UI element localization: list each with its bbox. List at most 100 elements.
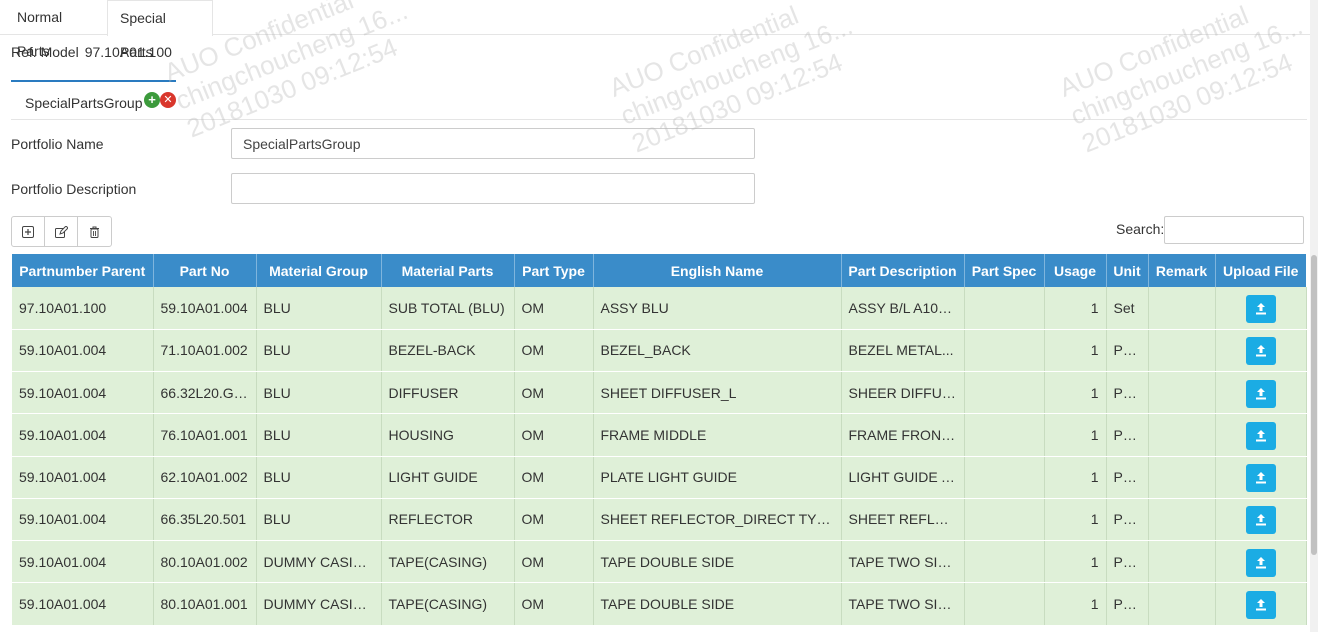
column-header[interactable]: Material Parts bbox=[381, 254, 515, 287]
cell-part-no: 66.35L20.501 bbox=[153, 498, 257, 542]
cell-desc: TAPE TWO SID... bbox=[841, 582, 965, 626]
cell-parent: 59.10A01.004 bbox=[12, 413, 154, 457]
cell-upload-file bbox=[1215, 413, 1307, 457]
portfolio-description-input[interactable] bbox=[231, 173, 755, 204]
column-header[interactable]: Part Type bbox=[514, 254, 594, 287]
upload-file-button[interactable] bbox=[1245, 464, 1276, 493]
cell-parts: TAPE(CASING) bbox=[381, 582, 515, 626]
cell-usage: 1 bbox=[1044, 371, 1107, 415]
search-label: Search: bbox=[1116, 221, 1165, 237]
edit-icon bbox=[54, 225, 68, 238]
cell-type: OM bbox=[514, 413, 594, 457]
edit-row-button[interactable] bbox=[45, 217, 78, 246]
table-row[interactable]: 59.10A01.004 80.10A01.001 DUMMY CASING TAPE… bbox=[12, 582, 1307, 626]
cell-desc: SHEER DIFFUS... bbox=[841, 371, 965, 415]
cell-spec bbox=[964, 582, 1045, 626]
add-group-icon[interactable]: + bbox=[144, 92, 160, 108]
scrollbar-thumb[interactable] bbox=[1311, 255, 1317, 555]
table-row[interactable]: 59.10A01.004 80.10A01.002 DUMMY CASING TAPE… bbox=[12, 540, 1307, 584]
cell-spec bbox=[964, 498, 1045, 542]
cell-type: OM bbox=[514, 540, 594, 584]
column-header[interactable]: Upload File bbox=[1215, 254, 1306, 287]
cell-parts: DIFFUSER bbox=[381, 371, 515, 415]
table-row[interactable]: 59.10A01.004 76.10A01.001 BLU HOUSING OM FRAM… bbox=[12, 413, 1307, 457]
cell-desc: FRAME FRONT... bbox=[841, 413, 965, 457]
cell-remark bbox=[1148, 498, 1216, 542]
cell-unit: PCS bbox=[1106, 456, 1149, 499]
cell-group: BLU bbox=[256, 456, 382, 499]
cell-spec bbox=[964, 287, 1045, 330]
cell-unit: PCS bbox=[1106, 582, 1149, 626]
cell-english: SHEET REFLECTOR_DIRECT TYPE bbox=[593, 498, 842, 542]
cell-english: BEZEL_BACK bbox=[593, 329, 842, 373]
group-tab-label: SpecialPartsGroup bbox=[25, 95, 143, 111]
column-header[interactable]: Material Group bbox=[256, 254, 382, 287]
cell-part-no: 76.10A01.001 bbox=[153, 413, 257, 457]
cell-unit: Set bbox=[1106, 287, 1149, 330]
special-parts-table: Partnumber Parent Part No Material Group Ma… bbox=[12, 254, 1307, 626]
column-header[interactable]: Usage bbox=[1044, 254, 1107, 287]
table-toolbar bbox=[11, 216, 112, 247]
column-header[interactable]: Partnumber Parent bbox=[12, 254, 154, 287]
column-header[interactable]: English Name bbox=[593, 254, 842, 287]
upload-icon bbox=[1255, 387, 1266, 400]
upload-file-button[interactable] bbox=[1245, 294, 1276, 323]
cell-part-no: 80.10A01.001 bbox=[153, 582, 257, 626]
table-row[interactable]: 59.10A01.004 71.10A01.002 BLU BEZEL-BACK OM B… bbox=[12, 329, 1307, 373]
cell-desc: BEZEL METAL... bbox=[841, 329, 965, 373]
portfolio-name-input[interactable] bbox=[231, 128, 755, 159]
column-header[interactable]: Part Description bbox=[841, 254, 965, 287]
cell-usage: 1 bbox=[1044, 582, 1107, 626]
table-row[interactable]: 59.10A01.004 66.32L20.G02 BLU DIFFUSER OM SHE… bbox=[12, 371, 1307, 415]
cell-usage: 1 bbox=[1044, 413, 1107, 457]
cell-unit: PCS bbox=[1106, 371, 1149, 415]
cell-desc: LIGHT GUIDE A... bbox=[841, 456, 965, 499]
cell-parts: HOUSING bbox=[381, 413, 515, 457]
cell-parent: 59.10A01.004 bbox=[12, 582, 154, 626]
cell-part-no: 80.10A01.002 bbox=[153, 540, 257, 584]
cell-group: BLU bbox=[256, 371, 382, 415]
table-row[interactable]: 59.10A01.004 66.35L20.501 BLU REFLECTOR OM SH… bbox=[12, 498, 1307, 542]
table-row[interactable]: 59.10A01.004 62.10A01.002 BLU LIGHT GUIDE OM… bbox=[12, 456, 1307, 499]
add-row-button[interactable] bbox=[12, 217, 45, 246]
upload-icon bbox=[1255, 429, 1266, 442]
upload-file-button[interactable] bbox=[1245, 337, 1276, 366]
add-row-icon bbox=[22, 225, 34, 238]
cell-usage: 1 bbox=[1044, 287, 1107, 330]
delete-row-button[interactable] bbox=[78, 217, 111, 246]
cell-parent: 59.10A01.004 bbox=[12, 540, 154, 584]
upload-file-button[interactable] bbox=[1245, 421, 1276, 450]
cell-english: PLATE LIGHT GUIDE bbox=[593, 456, 842, 499]
cell-upload-file bbox=[1215, 329, 1307, 373]
cell-remark bbox=[1148, 582, 1216, 626]
column-header[interactable]: Remark bbox=[1148, 254, 1216, 287]
upload-file-button[interactable] bbox=[1245, 379, 1276, 408]
cell-unit: PCS bbox=[1106, 329, 1149, 373]
cell-desc: TAPE TWO SID... bbox=[841, 540, 965, 584]
upload-file-button[interactable] bbox=[1245, 548, 1276, 577]
cell-upload-file bbox=[1215, 498, 1307, 542]
column-header[interactable]: Unit bbox=[1106, 254, 1149, 287]
search-input[interactable] bbox=[1164, 216, 1304, 244]
cell-english: SHEET DIFFUSER_L bbox=[593, 371, 842, 415]
upload-icon bbox=[1255, 598, 1266, 611]
cell-desc: ASSY B/L A102... bbox=[841, 287, 965, 330]
table-header-row: Partnumber Parent Part No Material Group Ma… bbox=[12, 254, 1306, 287]
cell-upload-file bbox=[1215, 582, 1307, 626]
upload-file-button[interactable] bbox=[1245, 590, 1276, 619]
table-row[interactable]: 97.10A01.100 59.10A01.004 BLU SUB TOTAL (BL… bbox=[12, 287, 1307, 330]
top-tabbar: Normal Parts Special Parts bbox=[0, 0, 1310, 60]
cell-spec bbox=[964, 371, 1045, 415]
column-header[interactable]: Part No bbox=[153, 254, 257, 287]
cell-group: DUMMY CASING bbox=[256, 540, 382, 584]
tab-special-parts-group[interactable]: SpecialPartsGroup + ✕ bbox=[11, 80, 176, 120]
remove-group-icon[interactable]: ✕ bbox=[160, 92, 176, 108]
cell-remark bbox=[1148, 540, 1216, 584]
upload-file-button[interactable] bbox=[1245, 506, 1276, 535]
tab-normal-parts[interactable]: Normal Parts bbox=[5, 0, 107, 59]
cell-group: DUMMY CASING bbox=[256, 582, 382, 626]
tab-special-parts[interactable]: Special Parts bbox=[107, 0, 213, 60]
cell-unit: PCS bbox=[1106, 413, 1149, 457]
column-header[interactable]: Part Spec bbox=[964, 254, 1045, 287]
cell-group: BLU bbox=[256, 413, 382, 457]
